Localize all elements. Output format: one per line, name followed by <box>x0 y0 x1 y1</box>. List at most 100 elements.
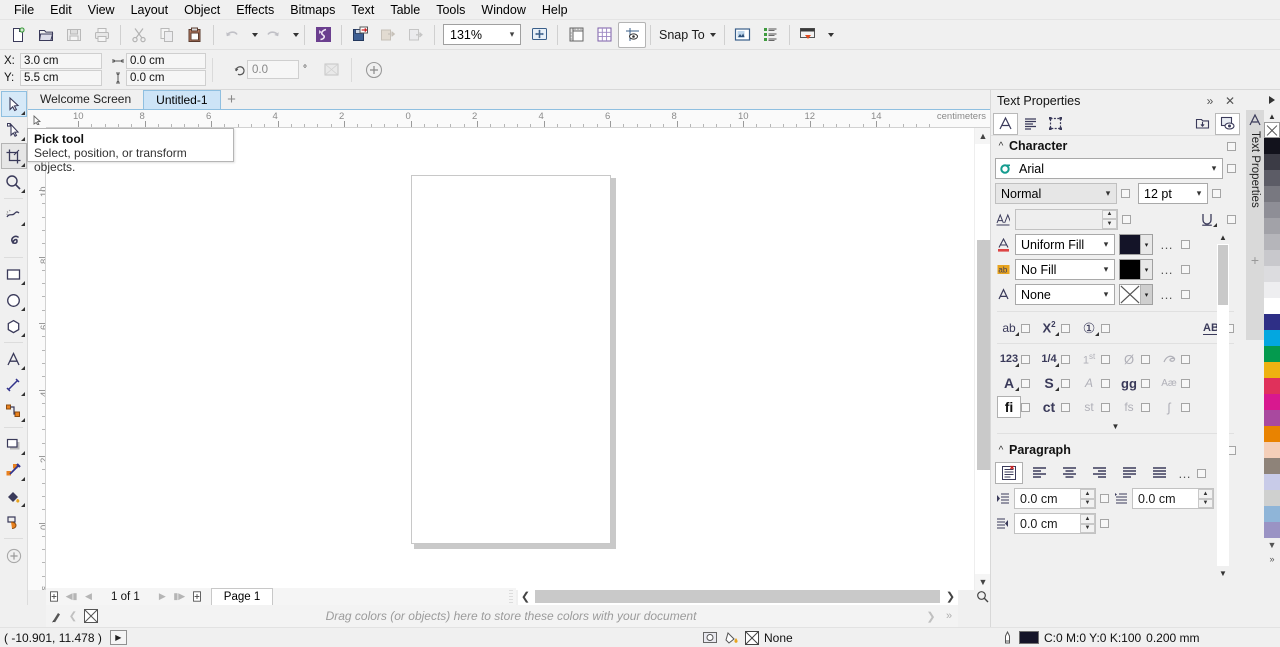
print-icon[interactable] <box>88 22 116 48</box>
range-kerning-input[interactable]: ▲▼ <box>1015 209 1118 230</box>
tool-artistic-media[interactable] <box>1 228 27 254</box>
swash-icon[interactable] <box>1157 348 1181 370</box>
horizontal-ruler[interactable]: 10864202468101214centimeters <box>28 110 990 128</box>
menu-table[interactable]: Table <box>382 0 428 20</box>
outline-color-picker[interactable]: ▾ <box>1119 284 1153 305</box>
menu-edit[interactable]: Edit <box>42 0 80 20</box>
align-full-justify-icon[interactable] <box>1115 462 1143 484</box>
align-force-justify-icon[interactable] <box>1145 462 1173 484</box>
canvas-horizontal-scrollbar[interactable]: ❮ ❯ <box>518 588 958 605</box>
flyout-arrow-icon[interactable] <box>1055 387 1059 391</box>
show-grid-icon[interactable] <box>590 22 618 48</box>
drawing-canvas[interactable] <box>46 128 974 590</box>
swatch-gray-3[interactable] <box>1264 218 1280 234</box>
add-docker-button[interactable]: + <box>1246 250 1264 270</box>
italic-alternates-checkbox[interactable] <box>1101 379 1110 388</box>
swatch-gray-2[interactable] <box>1264 202 1280 218</box>
paragraph-more-options-button[interactable]: … <box>1175 466 1195 481</box>
range-kerning-checkbox[interactable] <box>1122 215 1131 224</box>
swatch-purple[interactable] <box>1264 410 1280 426</box>
swatch-orange[interactable] <box>1264 426 1280 442</box>
menu-window[interactable]: Window <box>473 0 533 20</box>
scroll-right-icon[interactable]: ❯ <box>943 588 958 605</box>
swatch-light-gray[interactable] <box>1264 490 1280 506</box>
corel-connect-icon[interactable] <box>309 22 337 48</box>
next-page-button[interactable]: ▶ <box>154 589 171 605</box>
chevron-down-icon[interactable]: ▾ <box>1098 264 1114 275</box>
superscript-checkbox[interactable] <box>1061 324 1070 333</box>
swatch-sky-blue[interactable] <box>1264 506 1280 522</box>
menu-file[interactable]: File <box>6 0 42 20</box>
contextual-alternates-icon[interactable]: gg <box>1117 372 1141 394</box>
outline-checkbox[interactable] <box>1181 290 1190 299</box>
tool-smart-fill[interactable] <box>1 509 27 535</box>
contextual-ligatures-checkbox[interactable] <box>1141 403 1150 412</box>
application-launcher-dropdown-icon[interactable] <box>822 23 835 47</box>
flyout-arrow-icon[interactable] <box>21 451 25 455</box>
character-section-checkbox[interactable] <box>1227 142 1236 151</box>
character-section-header[interactable]: ^ Character <box>991 136 1240 156</box>
palette-scroll-down-icon[interactable]: ▼ <box>1264 538 1280 552</box>
save-text-style-icon[interactable] <box>1190 113 1215 135</box>
italic-alternates-icon[interactable]: A <box>1077 372 1101 394</box>
scroll-left-icon[interactable]: ❮ <box>518 588 533 605</box>
menu-tools[interactable]: Tools <box>428 0 473 20</box>
outline-none-swatch[interactable] <box>1120 285 1140 304</box>
ruler-origin-button[interactable] <box>28 110 46 128</box>
open-document-icon[interactable] <box>32 22 60 48</box>
ordinals-icon[interactable]: 1st <box>1077 348 1101 370</box>
left-indent-input[interactable]: 0.0 cm ▲▼ <box>1014 488 1096 509</box>
tool-drop-shadow[interactable] <box>1 431 27 457</box>
add-page-after-icon[interactable] <box>188 589 205 605</box>
swatch-gray-4[interactable] <box>1264 234 1280 250</box>
background-fill-combobox[interactable]: No Fill ▾ <box>1015 259 1115 280</box>
fill-type-combobox[interactable]: Uniform Fill ▾ <box>1015 234 1115 255</box>
background-more-options-button[interactable]: … <box>1157 262 1177 277</box>
swatch-black[interactable] <box>1264 138 1280 154</box>
add-property-button[interactable] <box>360 57 388 83</box>
fractions-checkbox[interactable] <box>1061 355 1070 364</box>
first-page-button[interactable]: ◀▮ <box>63 589 80 605</box>
flyout-arrow-icon[interactable] <box>21 111 25 115</box>
fill-checkbox[interactable] <box>1181 240 1190 249</box>
numerals-checkbox[interactable] <box>1021 355 1030 364</box>
status-bar-expand-button[interactable]: ▶ <box>110 630 127 645</box>
redo-icon[interactable] <box>259 22 287 48</box>
outline-width-combobox[interactable]: None ▾ <box>1015 284 1115 305</box>
menu-text[interactable]: Text <box>343 0 382 20</box>
tool-freehand[interactable] <box>1 202 27 228</box>
menu-effects[interactable]: Effects <box>228 0 282 20</box>
swatch-green[interactable] <box>1264 346 1280 362</box>
chevron-down-icon[interactable]: ▾ <box>1100 188 1116 199</box>
capitals-checkbox[interactable] <box>1021 379 1030 388</box>
stylistic-alternates-checkbox[interactable] <box>1061 379 1070 388</box>
object-height-input[interactable]: 0.0 cm <box>126 70 206 86</box>
left-indent-checkbox[interactable] <box>1100 494 1109 503</box>
new-document-icon[interactable] <box>4 22 32 48</box>
font-style-checkbox[interactable] <box>1121 189 1130 198</box>
no-fill-dropzone-swatch[interactable] <box>82 606 100 626</box>
tool-shape[interactable] <box>1 117 27 143</box>
object-manager-icon[interactable] <box>757 22 785 48</box>
swatch-gray-6[interactable] <box>1264 266 1280 282</box>
flyout-arrow-icon[interactable] <box>1055 363 1059 367</box>
palette-expand-icon[interactable]: » <box>1264 552 1280 566</box>
align-center-icon[interactable] <box>1055 462 1083 484</box>
publish-pdf-icon[interactable] <box>402 22 430 48</box>
outline-color-swatch[interactable] <box>1019 631 1039 644</box>
snap-to-dropdown[interactable]: Snap To <box>655 24 720 46</box>
swatch-warm-gray[interactable] <box>1264 458 1280 474</box>
export-icon[interactable] <box>374 22 402 48</box>
character-tab[interactable] <box>993 113 1018 135</box>
flyout-arrow-icon[interactable] <box>1213 223 1217 227</box>
flyout-arrow-icon[interactable] <box>21 163 25 167</box>
fill-color-picker[interactable]: ▾ <box>1119 234 1153 255</box>
flyout-arrow-icon[interactable] <box>21 392 25 396</box>
font-size-checkbox[interactable] <box>1212 189 1221 198</box>
font-family-combobox[interactable]: Arial ▾ <box>995 158 1223 179</box>
scroll-up-icon[interactable]: ▲ <box>975 128 991 144</box>
superscript-icon[interactable]: X2 <box>1037 317 1061 339</box>
flyout-arrow-icon[interactable] <box>1095 332 1099 336</box>
align-none-icon[interactable] <box>995 462 1023 484</box>
swatch-lavender[interactable] <box>1264 474 1280 490</box>
